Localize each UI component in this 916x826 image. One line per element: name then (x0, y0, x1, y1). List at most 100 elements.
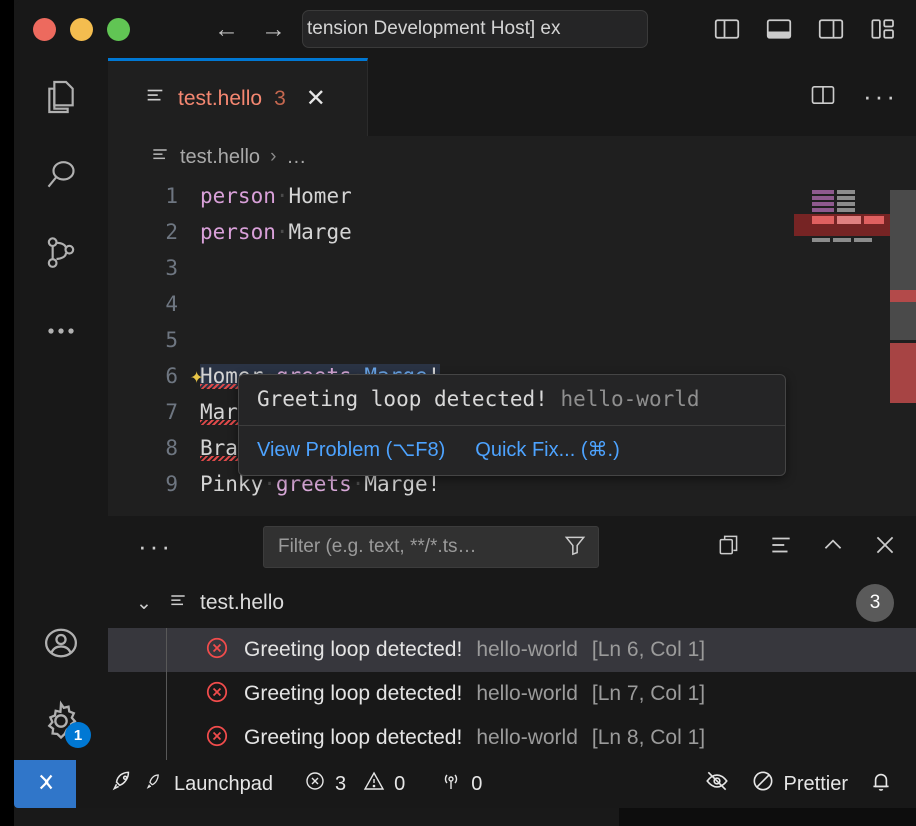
filter-input[interactable] (278, 536, 562, 558)
launchpad-label: Launchpad (174, 773, 273, 796)
rocket-small-icon (144, 770, 166, 798)
remote-window-indicator[interactable] (14, 760, 76, 808)
line-number: 2 (108, 220, 200, 244)
breadcrumb-more[interactable]: … (286, 146, 306, 169)
file-icon (150, 145, 170, 170)
sidebar-item-explorer[interactable] (14, 58, 108, 136)
quick-fix-link[interactable]: Quick Fix... (⌘.) (475, 437, 619, 462)
error-count: 3 (335, 773, 346, 796)
hover-message-row: Greeting loop detected! hello-world (239, 375, 785, 425)
status-problems[interactable]: 3 0 (293, 760, 415, 808)
status-notifications[interactable] (858, 760, 916, 808)
copy-icon[interactable] (716, 532, 742, 563)
tab-test-hello[interactable]: test.hello 3 ✕ (108, 58, 368, 136)
sidebar-item-more-views[interactable] (14, 292, 108, 370)
panel-toolbar: ··· (108, 516, 916, 578)
overview-error-marker (890, 290, 916, 302)
error-icon (204, 635, 230, 666)
status-launchpad[interactable]: Launchpad (100, 760, 283, 808)
vscode-window: ← → tension Development Host] ex (0, 0, 916, 826)
problems-file-group[interactable]: ⌄ test.hello 3 (108, 578, 916, 628)
problem-message: Greeting loop detected! (244, 726, 462, 750)
ports-count: 0 (471, 773, 482, 796)
account-icon (40, 622, 82, 664)
error-icon (204, 679, 230, 710)
code-line-text[interactable]: person·Homer (200, 184, 352, 208)
breadcrumb: test.hello › … (108, 136, 916, 178)
problem-location: [Ln 7, Col 1] (592, 682, 705, 706)
code-token: Marge (289, 220, 352, 244)
line-number: 7 (108, 400, 200, 424)
sidebar-item-manage-settings[interactable]: 1 (14, 682, 108, 760)
tab-error-count: 3 (274, 87, 286, 111)
line-number: 6 (108, 364, 200, 388)
indent-guide (166, 628, 167, 672)
status-bar: Launchpad 3 0 0 (14, 760, 916, 808)
chevron-right-icon: › (270, 146, 276, 168)
window-title-searchbox[interactable]: tension Development Host] ex (302, 10, 648, 48)
close-icon[interactable] (872, 532, 898, 563)
chevron-down-icon[interactable]: ⌄ (136, 592, 156, 615)
warning-icon (362, 769, 386, 799)
problem-location: [Ln 8, Col 1] (592, 726, 705, 750)
problem-source: hello-world (476, 638, 578, 662)
editor-scrollbar-thumb[interactable] (890, 190, 916, 340)
sidebar-item-source-control[interactable] (14, 214, 108, 292)
search-icon (41, 155, 81, 195)
toggle-panel-icon[interactable] (764, 14, 794, 44)
funnel-icon[interactable] (562, 532, 588, 563)
close-icon[interactable]: ✕ (306, 87, 326, 111)
problem-row[interactable]: Greeting loop detected!hello-world[Ln 6,… (108, 628, 916, 672)
problem-row[interactable]: Greeting loop detected!hello-world[Ln 8,… (108, 716, 916, 760)
problem-row[interactable]: Greeting loop detected!hello-world[Ln 7,… (108, 672, 916, 716)
problems-count-badge: 3 (856, 584, 894, 622)
diagnostic-hover-popup[interactable]: Greeting loop detected! hello-world View… (238, 374, 786, 476)
editor-more-actions-icon[interactable]: ··· (863, 89, 898, 105)
forward-arrow-icon[interactable]: → (261, 17, 286, 42)
sidebar-item-search[interactable] (14, 136, 108, 214)
editor-group: test.hello 3 ✕ ··· test.hello (108, 58, 916, 516)
circle-slash-icon (750, 768, 776, 800)
status-eye-closed[interactable] (694, 760, 740, 808)
eye-closed-icon (704, 768, 730, 800)
panel-more-actions-icon[interactable]: ··· (138, 539, 173, 555)
toggle-primary-sidebar-icon[interactable] (712, 14, 742, 44)
overview-error-marker (890, 343, 916, 403)
file-icon (144, 85, 166, 112)
line-number: 3 (108, 256, 200, 280)
error-icon (303, 769, 327, 799)
problems-panel: ··· (108, 516, 916, 760)
customize-layout-icon[interactable] (868, 14, 898, 44)
minimap[interactable] (794, 178, 890, 516)
back-arrow-icon[interactable]: ← (214, 17, 239, 42)
view-problem-link[interactable]: View Problem (⌥F8) (257, 437, 445, 462)
title-bar: ← → tension Development Host] ex (14, 0, 916, 58)
code-editor[interactable]: 1person·Homer2person·Marge3456✦Homer·gre… (108, 178, 916, 516)
sidebar-item-accounts[interactable] (14, 604, 108, 682)
problem-location: [Ln 6, Col 1] (592, 638, 705, 662)
split-editor-icon[interactable] (809, 81, 837, 114)
code-line-text[interactable]: person·Marge (200, 220, 352, 244)
settings-badge: 1 (65, 722, 91, 748)
toggle-secondary-sidebar-icon[interactable] (816, 14, 846, 44)
hover-source: hello-world (560, 387, 699, 411)
window-left-edge (0, 0, 14, 826)
indent-guide (166, 716, 167, 760)
view-as-list-icon[interactable] (768, 532, 794, 563)
status-ports[interactable]: 0 (429, 760, 492, 808)
chevron-up-icon[interactable] (820, 532, 846, 563)
breadcrumb-file[interactable]: test.hello (180, 146, 260, 169)
overview-ruler[interactable] (890, 178, 916, 516)
maximize-window-button[interactable] (107, 18, 130, 41)
remote-window-icon (32, 769, 58, 800)
filter-box[interactable] (263, 526, 599, 568)
minimize-window-button[interactable] (70, 18, 93, 41)
code-token: Homer (289, 184, 352, 208)
problem-source: hello-world (476, 682, 578, 706)
code-token: person (200, 184, 276, 208)
activity-bar: 1 (14, 58, 108, 760)
close-window-button[interactable] (33, 18, 56, 41)
code-token: · (276, 220, 289, 244)
editor-actions: ··· (809, 58, 898, 136)
status-formatter[interactable]: Prettier (740, 760, 858, 808)
